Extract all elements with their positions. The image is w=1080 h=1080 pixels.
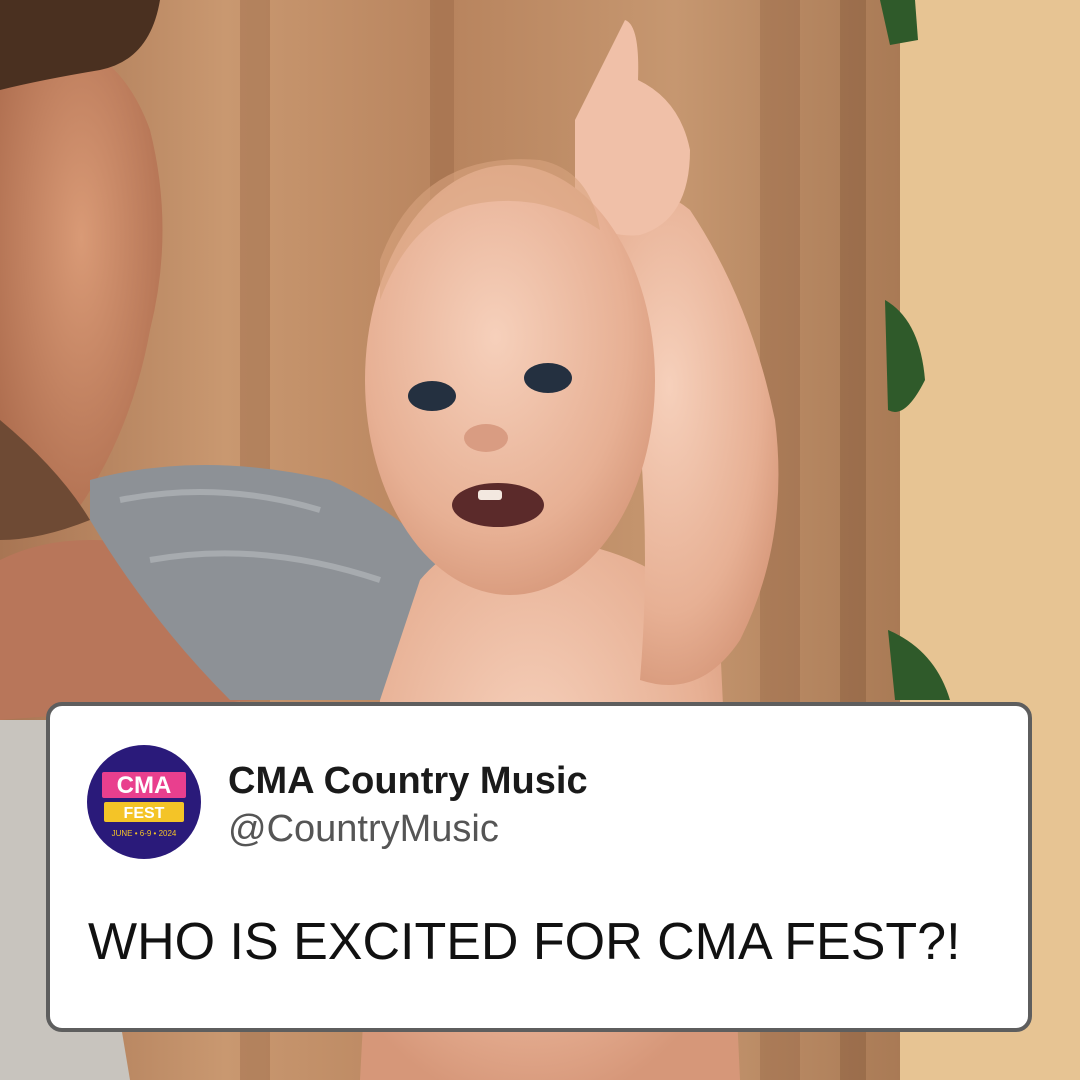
- tweet-card: CMA FEST JUNE • 6-9 • 2024 CMA Country M…: [46, 702, 1032, 1032]
- display-name[interactable]: CMA Country Music: [228, 760, 588, 803]
- cma-fest-logo-avatar[interactable]: CMA FEST JUNE • 6-9 • 2024: [86, 744, 202, 860]
- user-handle[interactable]: @CountryMusic: [228, 808, 499, 851]
- tweet-text: WHO IS EXCITED FOR CMA FEST?!: [88, 913, 961, 971]
- baby-eye-right: [524, 363, 572, 393]
- post-image: CMA FEST JUNE • 6-9 • 2024 CMA Country M…: [0, 0, 1080, 1080]
- baby-eye-left: [408, 381, 456, 411]
- svg-text:FEST: FEST: [124, 805, 165, 822]
- svg-text:CMA: CMA: [117, 772, 172, 799]
- svg-text:JUNE • 6-9 • 2024: JUNE • 6-9 • 2024: [112, 829, 177, 838]
- baby-mouth: [452, 483, 544, 527]
